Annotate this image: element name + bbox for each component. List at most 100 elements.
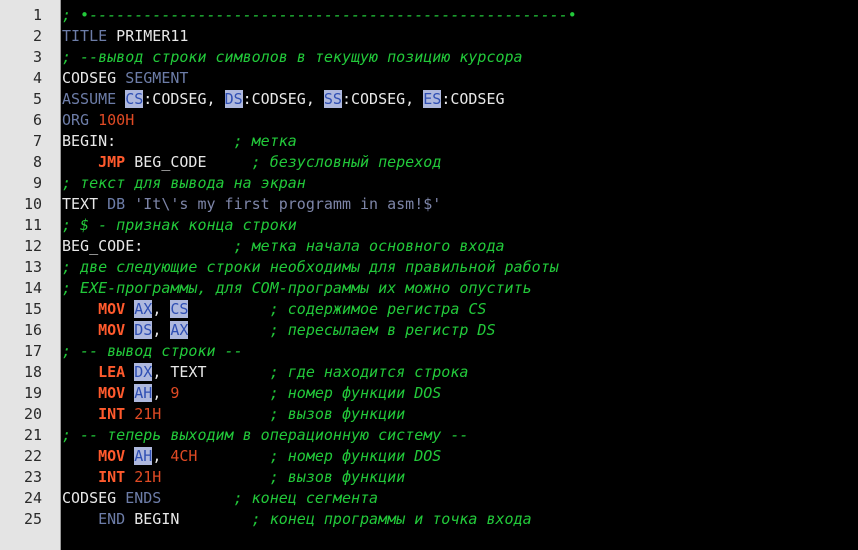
code-line[interactable]: 25 END BEGIN ; конец программы и точка в… <box>0 509 858 530</box>
code-line[interactable]: 24 CODSEG ENDS ; конец сегмента <box>0 488 858 509</box>
line-number: 19 <box>23 384 42 402</box>
code-line[interactable]: 7 BEGIN: ; метка <box>0 131 858 152</box>
token-kw: DB <box>107 195 126 213</box>
code-line[interactable]: 9 ; текст для вывода на экран <box>0 173 858 194</box>
code-text: BEGIN: ; метка <box>62 131 297 152</box>
token-comment: ; -- вывод строки -- <box>62 342 243 360</box>
code-line[interactable]: 14 ; EXE-программы, для COM-программы их … <box>0 278 858 299</box>
token-kw: SEGMENT <box>125 69 189 87</box>
token-num: 100H <box>98 111 135 129</box>
token-plain: , <box>152 384 171 402</box>
code-line[interactable]: 6 ORG 100H <box>0 110 858 131</box>
code-line[interactable]: 2 TITLE PRIMER11 <box>0 26 858 47</box>
token-reg: SS <box>323 90 342 108</box>
token-comment: ; -- теперь выходим в операционную систе… <box>62 426 469 444</box>
token-instr: MOV <box>98 384 126 402</box>
line-number: 1 <box>32 6 42 24</box>
line-number: 20 <box>23 405 42 423</box>
token-comment: ; вызов функции <box>269 468 406 486</box>
code-line[interactable]: 23 INT 21H ; вызов функции <box>0 467 858 488</box>
token-instr: MOV <box>98 447 126 465</box>
token-comment: ; EXE-программы, для COM-программы их мо… <box>62 279 532 297</box>
token-instr: INT <box>98 468 126 486</box>
code-text: END BEGIN ; конец программы и точка вход… <box>62 509 532 530</box>
code-line[interactable]: 20 INT 21H ; вызов функции <box>0 404 858 425</box>
token-plain: CODSEG <box>62 69 126 87</box>
code-line[interactable]: 8 JMP BEG_CODE ; безусловный переход <box>0 152 858 173</box>
code-text: INT 21H ; вызов функции <box>62 467 405 488</box>
code-line[interactable]: 22 MOV AH, 4CH ; номер функции DOS <box>0 446 858 467</box>
code-line[interactable]: 13 ; две следующие строки необходимы для … <box>0 257 858 278</box>
code-text: JMP BEG_CODE ; безусловный переход <box>62 152 441 173</box>
line-number: 12 <box>23 237 42 255</box>
line-number: 10 <box>23 195 42 213</box>
code-text: TITLE PRIMER11 <box>62 26 188 47</box>
code-text: MOV AX, CS ; содержимое регистра CS <box>62 299 486 320</box>
line-number: 8 <box>32 153 42 171</box>
token-reg: DS <box>224 90 243 108</box>
token-reg: AH <box>134 384 153 402</box>
code-line[interactable]: 1 ; •------------------------------------… <box>0 5 858 26</box>
code-text: ; --вывод строки символов в текущую пози… <box>62 47 523 68</box>
token-comment: ; вызов функции <box>269 405 406 423</box>
code-text: ASSUME CS:CODSEG, DS:CODSEG, SS:CODSEG, … <box>62 89 505 110</box>
code-text: CODSEG ENDS ; конец сегмента <box>62 488 378 509</box>
token-reg: AX <box>134 300 153 318</box>
code-line[interactable]: 11 ; $ - признак конца строки <box>0 215 858 236</box>
token-reg: CS <box>170 300 189 318</box>
token-reg: AH <box>134 447 153 465</box>
token-comment: ; метка <box>233 132 297 150</box>
line-number: 23 <box>23 468 42 486</box>
line-number: 16 <box>23 321 42 339</box>
token-num: 21H <box>134 405 162 423</box>
code-text: ORG 100H <box>62 110 134 131</box>
token-plain: CODSEG <box>62 489 126 507</box>
code-line[interactable]: 18 LEA DX, TEXT ; где находится строка <box>0 362 858 383</box>
code-text: ; EXE-программы, для COM-программы их мо… <box>62 278 532 299</box>
code-line[interactable]: 10 TEXT DB 'It\'s my first programm in as… <box>0 194 858 215</box>
code-line[interactable]: 12 BEG_CODE: ; метка начала основного вхо… <box>0 236 858 257</box>
code-line[interactable]: 17 ; -- вывод строки -- <box>0 341 858 362</box>
token-str: 'It\'s my first programm in asm!$' <box>134 195 442 213</box>
code-line[interactable]: 5 ASSUME CS:CODSEG, DS:CODSEG, SS:CODSEG,… <box>0 89 858 110</box>
line-number: 9 <box>32 174 42 192</box>
code-text: ; -- теперь выходим в операционную систе… <box>62 425 468 446</box>
code-text: MOV AH, 9 ; номер функции DOS <box>62 383 441 404</box>
token-instr: MOV <box>98 300 126 318</box>
code-line[interactable]: 19 MOV AH, 9 ; номер функции DOS <box>0 383 858 404</box>
code-editor[interactable]: 1 ; •------------------------------------… <box>0 0 858 550</box>
line-number: 25 <box>23 510 42 528</box>
code-line[interactable]: 4 CODSEG SEGMENT <box>0 68 858 89</box>
token-reg: AX <box>170 321 189 339</box>
token-kw: ENDS <box>125 489 162 507</box>
token-comment: ; •-------------------------------------… <box>62 6 577 24</box>
token-plain: , <box>152 447 171 465</box>
token-kw: ASSUME <box>62 90 126 108</box>
token-instr: INT <box>98 405 126 423</box>
token-instr: LEA <box>98 363 126 381</box>
token-num: 4CH <box>170 447 198 465</box>
code-line[interactable]: 3 ; --вывод строки символов в текущую поз… <box>0 47 858 68</box>
token-plain: BEG_CODE <box>125 153 252 171</box>
code-line[interactable]: 16 MOV DS, AX ; пересылаем в регистр DS <box>0 320 858 341</box>
code-text: ; текст для вывода на экран <box>62 173 306 194</box>
code-line[interactable]: 15 MOV AX, CS ; содержимое регистра CS <box>0 299 858 320</box>
token-plain: :CODSEG, <box>143 90 225 108</box>
token-plain: :CODSEG, <box>341 90 424 108</box>
code-line[interactable]: 21 ; -- теперь выходим в операционную сис… <box>0 425 858 446</box>
line-number: 24 <box>23 489 42 507</box>
token-plain: , <box>152 300 171 318</box>
